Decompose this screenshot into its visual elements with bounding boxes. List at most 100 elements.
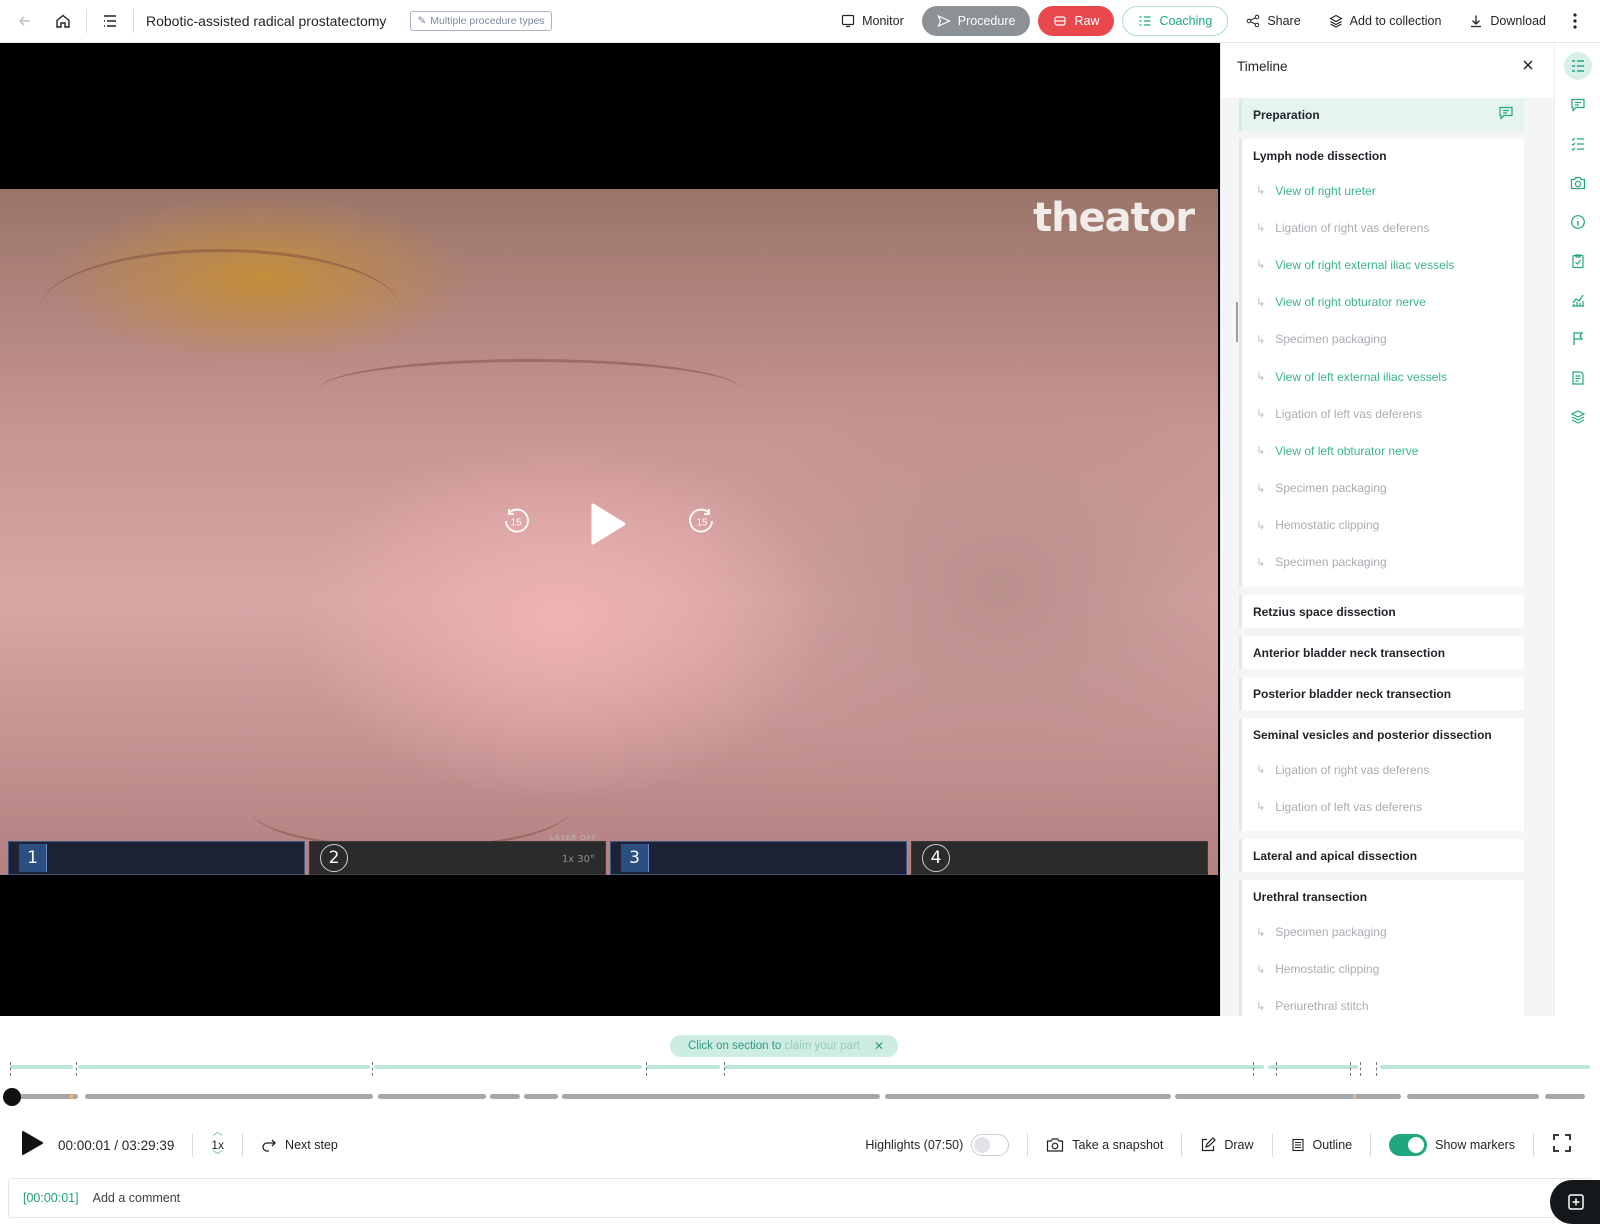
notes-icon[interactable]: [1564, 364, 1592, 392]
video-player[interactable]: theator 15 15 1 2 LASER OFF 1x 30° 3 4: [0, 43, 1220, 1016]
playhead[interactable]: [3, 1088, 21, 1106]
timeline-step[interactable]: ↳ Specimen packaging: [1242, 913, 1524, 950]
section-header[interactable]: Lymph node dissection: [1242, 139, 1524, 172]
speed-control[interactable]: ︿ 1x ﹀: [211, 1127, 224, 1163]
show-markers-toggle[interactable]: Show markers: [1389, 1134, 1515, 1156]
scroll-indicator[interactable]: [1236, 302, 1238, 342]
section-header[interactable]: Seminal vesicles and posterior dissectio…: [1242, 718, 1524, 751]
timeline-section[interactable]: Posterior bladder neck transection: [1239, 677, 1524, 711]
section-segment[interactable]: [646, 1065, 720, 1069]
home-icon[interactable]: [52, 10, 74, 32]
raw-button[interactable]: Raw: [1038, 6, 1115, 36]
fullscreen-icon[interactable]: [1552, 1133, 1572, 1158]
info-icon[interactable]: [1564, 208, 1592, 236]
more-options-icon[interactable]: [1564, 10, 1586, 32]
step-segment[interactable]: [885, 1094, 1171, 1099]
step-segment[interactable]: [378, 1094, 486, 1099]
comment-input[interactable]: Add a comment: [93, 1191, 181, 1205]
timeline-section[interactable]: Anterior bladder neck transection: [1239, 636, 1524, 670]
outline-button[interactable]: Outline: [1291, 1138, 1352, 1152]
forward-15-button[interactable]: 15: [686, 505, 718, 537]
next-step-button[interactable]: Next step: [261, 1138, 338, 1152]
step-segment[interactable]: [1407, 1094, 1539, 1099]
video-frame[interactable]: theator 15 15 1 2 LASER OFF 1x 30° 3 4: [0, 189, 1218, 875]
section-header[interactable]: Retzius space dissection: [1242, 595, 1524, 628]
rewind-15-button[interactable]: 15: [500, 505, 532, 537]
step-segment[interactable]: [1545, 1094, 1585, 1099]
play-button[interactable]: [20, 1130, 44, 1161]
timeline-step[interactable]: ↳ View of right obturator nerve: [1242, 284, 1524, 321]
take-snapshot-button[interactable]: Take a snapshot: [1046, 1137, 1163, 1153]
add-to-collection-button[interactable]: Add to collection: [1319, 14, 1452, 28]
timeline-step[interactable]: ↳ Ligation of right vas deferens: [1242, 209, 1524, 246]
timeline-step[interactable]: ↳ View of right external iliac vessels: [1242, 246, 1524, 283]
draw-button[interactable]: Draw: [1200, 1137, 1254, 1153]
section-title: Urethral transection: [1253, 889, 1368, 904]
section-header[interactable]: Urethral transection: [1242, 880, 1524, 913]
step-segment[interactable]: [562, 1094, 880, 1099]
monitor-button[interactable]: Monitor: [831, 14, 914, 28]
section-segment[interactable]: [1380, 1065, 1590, 1069]
procedure-type-tag[interactable]: ✎ Multiple procedure types: [410, 11, 552, 31]
timeline-section[interactable]: Urethral transection ↳ Specimen packaging ↳…: [1239, 880, 1524, 1016]
show-markers-switch[interactable]: [1389, 1134, 1428, 1156]
timeline-step[interactable]: ↳ View of left external iliac vessels: [1242, 358, 1524, 395]
section-header[interactable]: Anterior bladder neck transection: [1242, 636, 1524, 669]
camera-icon[interactable]: [1564, 169, 1592, 197]
timeline-step[interactable]: ↳ View of right ureter: [1242, 172, 1524, 209]
highlight-marker[interactable]: [1353, 1094, 1356, 1099]
section-header[interactable]: Preparation: [1242, 98, 1524, 131]
timeline-step[interactable]: ↳ Ligation of right vas deferens: [1242, 751, 1524, 788]
timeline-step[interactable]: ↳ Ligation of left vas deferens: [1242, 788, 1524, 825]
section-segment[interactable]: [78, 1065, 370, 1069]
layers-icon[interactable]: [1564, 403, 1592, 431]
flag-icon[interactable]: [1564, 325, 1592, 353]
comment-bar[interactable]: [00:00:01] Add a comment: [8, 1178, 1592, 1218]
timeline-step[interactable]: ↳ Specimen packaging: [1242, 321, 1524, 358]
checklist-icon[interactable]: [1564, 130, 1592, 158]
step-segment[interactable]: [85, 1094, 373, 1099]
play-overlay-button[interactable]: [588, 502, 628, 546]
step-segment[interactable]: [490, 1094, 520, 1099]
timeline-step[interactable]: ↳ View of left obturator nerve: [1242, 432, 1524, 469]
comment-icon[interactable]: [1498, 105, 1514, 124]
timeline-step[interactable]: ↳ Specimen packaging: [1242, 470, 1524, 507]
list-menu-icon[interactable]: [99, 10, 121, 32]
timeline-step[interactable]: ↳ Hemostatic clipping: [1242, 507, 1524, 544]
download-button[interactable]: Download: [1459, 14, 1556, 28]
add-comment-fab[interactable]: [1550, 1180, 1600, 1224]
section-header[interactable]: Posterior bladder neck transection: [1242, 677, 1524, 710]
timeline-step[interactable]: ↳ Periurethral stitch: [1242, 988, 1524, 1016]
timeline-section[interactable]: Preparation: [1239, 98, 1524, 131]
back-arrow-icon[interactable]: [14, 10, 36, 32]
timeline-step[interactable]: ↳ Hemostatic clipping: [1242, 951, 1524, 988]
timeline-section[interactable]: Seminal vesicles and posterior dissectio…: [1239, 718, 1524, 832]
step-segment[interactable]: [1175, 1094, 1401, 1099]
close-hint-icon[interactable]: ✕: [874, 1039, 884, 1053]
comment-icon[interactable]: [1564, 91, 1592, 119]
step-segment[interactable]: [524, 1094, 558, 1099]
section-segment[interactable]: [1268, 1065, 1358, 1069]
speed-down-chevron-icon[interactable]: ﹀: [213, 1151, 223, 1163]
timeline-step[interactable]: ↳ Ligation of left vas deferens: [1242, 395, 1524, 432]
highlights-switch[interactable]: [971, 1134, 1010, 1156]
section-header[interactable]: Lateral and apical dissection: [1242, 839, 1524, 872]
section-track[interactable]: [10, 1062, 1590, 1076]
share-button[interactable]: Share: [1236, 14, 1310, 28]
highlights-toggle[interactable]: Highlights (07:50): [865, 1134, 1010, 1156]
progress-track[interactable]: [10, 1094, 1590, 1099]
timeline-section[interactable]: Lymph node dissection ↳ View of right uret…: [1239, 139, 1524, 588]
timeline-section[interactable]: Retzius space dissection: [1239, 595, 1524, 629]
clipboard-icon[interactable]: [1564, 247, 1592, 275]
steps-icon[interactable]: [1563, 52, 1592, 80]
timeline-section[interactable]: Lateral and apical dissection: [1239, 839, 1524, 873]
section-segment[interactable]: [724, 1065, 1264, 1069]
timeline-step[interactable]: ↳ Specimen packaging: [1242, 544, 1524, 581]
highlight-marker[interactable]: [70, 1094, 73, 1099]
close-icon[interactable]: [1522, 58, 1534, 76]
procedure-button[interactable]: Procedure: [921, 6, 1031, 36]
section-segment[interactable]: [374, 1065, 642, 1069]
coaching-button[interactable]: Coaching: [1122, 6, 1229, 36]
analytics-icon[interactable]: [1564, 286, 1592, 314]
section-segment[interactable]: [10, 1065, 73, 1069]
